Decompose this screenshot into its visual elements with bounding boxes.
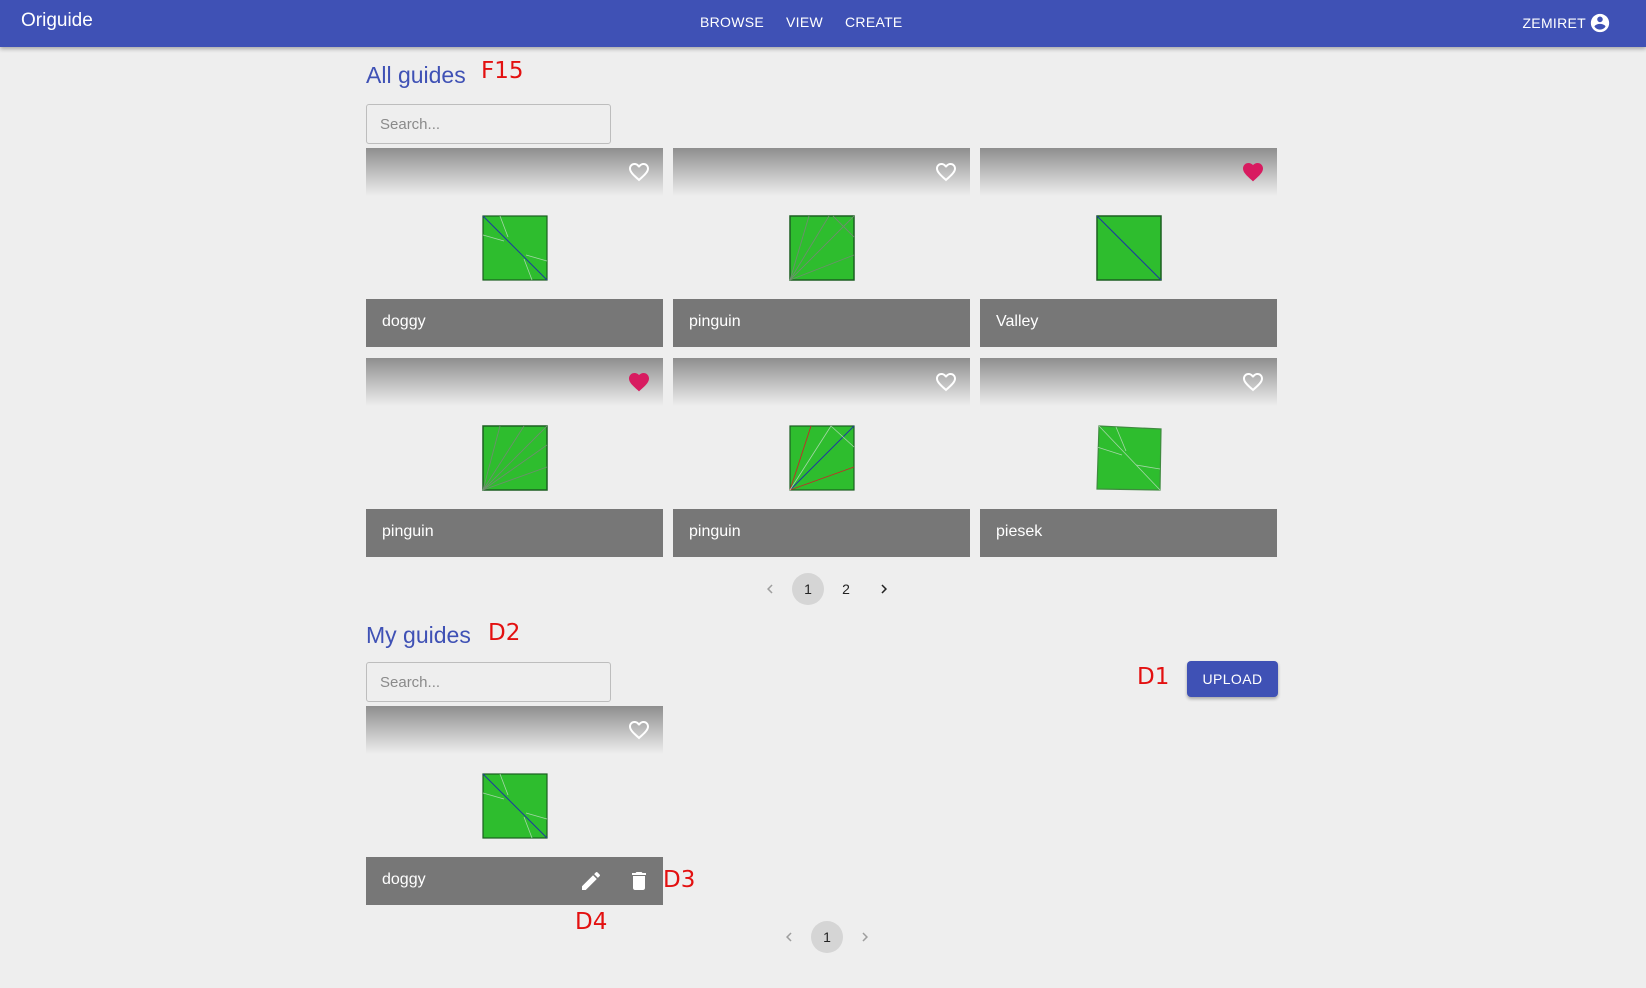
- page-button-1[interactable]: 1: [811, 921, 843, 953]
- account-circle-icon: [1590, 13, 1610, 33]
- origami-diagram-thumbnail: [482, 215, 548, 281]
- card-title: Valley: [996, 313, 1039, 330]
- card-title-bar: Valley: [980, 299, 1277, 347]
- heart-icon[interactable]: [1241, 160, 1265, 184]
- user-name: ZEMIRET: [1522, 15, 1586, 31]
- origami-diagram-thumbnail: [789, 425, 855, 491]
- origami-diagram-thumbnail: [482, 773, 548, 839]
- origami-diagram-thumbnail: [482, 425, 548, 491]
- all-guides-search-input[interactable]: [366, 104, 611, 144]
- all-guides-title: All guides: [366, 62, 466, 88]
- card-title: pinguin: [689, 523, 741, 540]
- card-title: doggy: [382, 871, 426, 888]
- card-title: pinguin: [689, 313, 741, 330]
- heart-outline-icon[interactable]: [934, 160, 958, 184]
- app-bar: Origuide BROWSE VIEW CREATE ZEMIRET: [0, 0, 1646, 47]
- annotation-d4: D4: [575, 909, 608, 935]
- guide-card[interactable]: pinguin: [673, 358, 970, 557]
- nav-browse[interactable]: BROWSE: [700, 14, 764, 30]
- card-title: doggy: [382, 313, 426, 330]
- card-title-bar: pinguin: [673, 299, 970, 347]
- nav-view[interactable]: VIEW: [786, 14, 823, 30]
- card-title-bar: doggy: [366, 857, 663, 905]
- origami-diagram-thumbnail: [1096, 425, 1162, 491]
- guide-card[interactable]: piesek: [980, 358, 1277, 557]
- guide-card[interactable]: pinguin: [366, 358, 663, 557]
- card-header: [673, 358, 970, 406]
- guide-card[interactable]: pinguin: [673, 148, 970, 347]
- card-header: [673, 148, 970, 196]
- guide-card[interactable]: doggy: [366, 148, 663, 347]
- card-title: piesek: [996, 523, 1043, 540]
- my-guide-card[interactable]: doggy: [366, 706, 663, 905]
- card-title-bar: pinguin: [673, 509, 970, 557]
- annotation-d2: D2: [488, 620, 521, 646]
- all-guides-pagination: 1 2: [751, 573, 903, 605]
- origami-diagram-thumbnail: [1096, 215, 1162, 281]
- my-guides-pagination: 1: [770, 921, 884, 953]
- heart-outline-icon[interactable]: [1241, 370, 1265, 394]
- card-title-bar: piesek: [980, 509, 1277, 557]
- card-title-bar: pinguin: [366, 509, 663, 557]
- pencil-icon[interactable]: [579, 869, 603, 893]
- my-guides-search-input[interactable]: [366, 662, 611, 702]
- card-header: [980, 358, 1277, 406]
- card-header: [366, 358, 663, 406]
- annotation-f15: F15: [481, 58, 524, 84]
- annotation-d1: D1: [1137, 664, 1170, 690]
- app-title[interactable]: Origuide: [21, 10, 93, 32]
- chevron-left-icon[interactable]: [754, 573, 786, 605]
- page-button-2[interactable]: 2: [830, 573, 862, 605]
- user-menu[interactable]: ZEMIRET: [1522, 12, 1611, 34]
- chevron-right-icon[interactable]: [868, 573, 900, 605]
- heart-outline-icon[interactable]: [627, 160, 651, 184]
- card-title-bar: doggy: [366, 299, 663, 347]
- my-guides-title: My guides: [366, 622, 471, 648]
- card-header: [366, 148, 663, 196]
- heart-outline-icon[interactable]: [627, 718, 651, 742]
- page-button-1[interactable]: 1: [792, 573, 824, 605]
- trash-icon[interactable]: [627, 869, 651, 893]
- chevron-left-icon[interactable]: [773, 921, 805, 953]
- origami-diagram-thumbnail: [789, 215, 855, 281]
- chevron-right-icon[interactable]: [849, 921, 881, 953]
- heart-icon[interactable]: [627, 370, 651, 394]
- card-title: pinguin: [382, 523, 434, 540]
- heart-outline-icon[interactable]: [934, 370, 958, 394]
- main-nav: BROWSE VIEW CREATE: [700, 14, 903, 30]
- upload-button[interactable]: UPLOAD: [1187, 661, 1278, 697]
- card-header: [366, 706, 663, 754]
- annotation-d3: D3: [663, 867, 696, 893]
- card-header: [980, 148, 1277, 196]
- guide-card[interactable]: Valley: [980, 148, 1277, 347]
- nav-create[interactable]: CREATE: [845, 14, 903, 30]
